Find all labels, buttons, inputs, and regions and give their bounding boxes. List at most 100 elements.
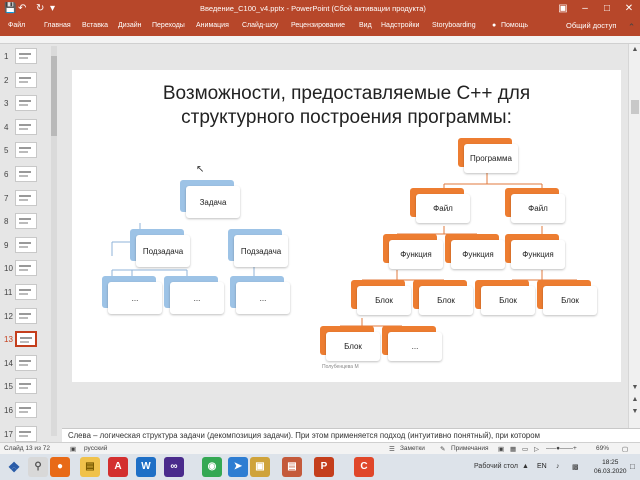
diagram-node-block[interactable]: Блок <box>413 280 473 315</box>
scroll-thumb[interactable] <box>631 100 639 114</box>
slide-thumbnail-preview[interactable] <box>15 425 37 442</box>
tab-file[interactable]: Файл <box>8 22 25 29</box>
tab-animation[interactable]: Анимация <box>196 22 229 29</box>
diagram-node-subtask[interactable]: Подзадача <box>228 229 288 267</box>
minimize-icon[interactable]: – <box>574 0 596 18</box>
normal-view-icon[interactable]: ▣ <box>498 445 504 453</box>
editor-scrollbar[interactable]: ▲ ▼ ▲ ▼ <box>628 44 640 428</box>
customize-toolbar-icon[interactable]: ▾ <box>50 2 55 16</box>
tab-insert[interactable]: Вставка <box>82 22 108 29</box>
undo-icon[interactable]: ↶ <box>18 2 26 16</box>
telegram-icon[interactable]: ➤ <box>228 457 248 477</box>
zoom-level[interactable]: 69% <box>596 445 609 452</box>
diagram-node-file[interactable]: Файл <box>505 188 565 223</box>
speaker-icon[interactable]: ▲ <box>522 463 529 470</box>
slide-thumbnail-preview[interactable] <box>15 260 37 277</box>
slide-canvas[interactable]: Возможности, предоставляемые С++ для стр… <box>72 70 621 382</box>
tab-transitions[interactable]: Переходы <box>152 22 185 29</box>
diagram-node-ellipsis[interactable]: ... <box>102 276 162 314</box>
notes-toggle[interactable]: Заметки <box>400 445 425 452</box>
slide-thumbnail-preview[interactable] <box>15 402 37 418</box>
slide-thumbnail-preview[interactable] <box>15 236 37 253</box>
language-indicator[interactable]: русский <box>84 445 107 452</box>
diagram-node-function[interactable]: Функция <box>445 234 505 269</box>
diagram-node-file[interactable]: Файл <box>410 188 470 223</box>
tab-review[interactable]: Рецензирование <box>291 22 345 29</box>
diagram-node-ellipsis[interactable]: ... <box>382 326 442 361</box>
zoom-slider[interactable]: –—●——+ <box>546 445 577 452</box>
language-switch[interactable]: EN <box>537 463 547 470</box>
comments-toggle[interactable]: Примечания <box>451 445 489 452</box>
notes-text[interactable]: Слева – логическая структура задачи (дек… <box>68 431 634 440</box>
restore-icon[interactable]: □ <box>596 0 618 18</box>
close-icon[interactable]: ✕ <box>618 0 640 18</box>
slide-thumbnail-preview[interactable] <box>15 95 37 112</box>
notes-pane[interactable]: Слева – логическая структура задачи (дек… <box>62 428 640 442</box>
ribbon-display-icon[interactable]: ▣ <box>552 0 574 18</box>
slide-thumbnail-preview[interactable] <box>15 354 37 371</box>
slide-thumbnail-preview[interactable] <box>15 378 37 395</box>
slide-thumbnail-preview[interactable] <box>15 166 37 182</box>
chrome-icon[interactable]: ◉ <box>202 457 222 477</box>
tab-design[interactable]: Дизайн <box>118 22 142 29</box>
prev-slide-icon[interactable]: ▲ <box>629 396 640 406</box>
scroll-up-icon[interactable]: ▲ <box>629 46 640 56</box>
thumbnail-scrollbar[interactable] <box>51 46 57 436</box>
diagram-node-task[interactable]: Задача <box>180 180 240 218</box>
chevron-up-icon[interactable]: ⌃ <box>625 22 638 34</box>
slide-thumbnail-preview[interactable] <box>15 118 37 135</box>
slide-thumbnail-preview[interactable] <box>15 213 37 230</box>
desktop-toolbar[interactable]: Рабочий стол <box>474 463 518 470</box>
tab-addins[interactable]: Надстройки <box>381 22 419 29</box>
redo-icon[interactable]: ↻ <box>36 2 44 16</box>
tab-storyboarding[interactable]: Storyboarding <box>432 22 476 29</box>
slide-thumbnail-preview[interactable] <box>15 331 37 348</box>
notifications-icon[interactable]: □ <box>630 462 635 471</box>
diagram-node-block[interactable]: Блок <box>475 280 535 315</box>
diagram-node-subtask[interactable]: Подзадача <box>130 229 190 267</box>
photos-icon[interactable]: ▣ <box>250 457 270 477</box>
scroll-down-icon[interactable]: ▼ <box>629 384 640 394</box>
comments-icon[interactable]: ✎ <box>440 445 445 453</box>
share-button[interactable]: Общий доступ <box>566 21 616 30</box>
diagram-node-function[interactable]: Функция <box>505 234 565 269</box>
diagram-node-block[interactable]: Блок <box>537 280 597 315</box>
slide-thumbnail-preview[interactable] <box>15 307 37 324</box>
diagram-node-function[interactable]: Функция <box>383 234 443 269</box>
visual-studio-icon[interactable]: ∞ <box>164 457 184 477</box>
help-search[interactable]: Помощь <box>501 22 528 29</box>
powerpoint-icon[interactable]: P <box>314 457 334 477</box>
screencast-icon[interactable]: C <box>354 457 374 477</box>
slide-thumbnail-preview[interactable] <box>15 189 37 206</box>
search-icon[interactable]: ⚲ <box>28 457 48 477</box>
diagram-node-ellipsis[interactable]: ... <box>230 276 290 314</box>
tab-slideshow[interactable]: Слайд-шоу <box>242 22 278 29</box>
slide-thumbnail-preview[interactable] <box>15 71 37 88</box>
file-explorer-icon[interactable]: ▤ <box>80 457 100 477</box>
slide-thumbnail-preview[interactable] <box>15 284 37 300</box>
diagram-node-block[interactable]: Блок <box>320 326 380 361</box>
slide-thumbnail-preview[interactable] <box>15 142 37 159</box>
firefox-icon[interactable]: ● <box>50 457 70 477</box>
tab-home[interactable]: Главная <box>44 22 71 29</box>
notes-toggle-icon[interactable]: ☰ <box>389 445 395 453</box>
diagram-node-block[interactable]: Блок <box>351 280 411 315</box>
spellcheck-icon[interactable]: ▣ <box>70 445 76 453</box>
sorter-view-icon[interactable]: ▦ <box>510 445 516 453</box>
fit-slide-icon[interactable]: ▢ <box>622 445 628 453</box>
acrobat-icon[interactable]: A <box>108 457 128 477</box>
clock[interactable]: 18:25 06.03.2020 <box>594 458 627 476</box>
save-icon[interactable]: 💾 <box>4 2 16 16</box>
network-icon[interactable]: ▩ <box>572 463 579 471</box>
next-slide-icon[interactable]: ▼ <box>629 408 640 418</box>
word-icon[interactable]: W <box>136 457 156 477</box>
tab-view[interactable]: Вид <box>359 22 372 29</box>
slideshow-view-icon[interactable]: ▷ <box>534 445 539 453</box>
explorer-folder-icon[interactable]: ▤ <box>282 457 302 477</box>
diagram-node-program[interactable]: Программа <box>458 138 518 173</box>
diagram-node-ellipsis[interactable]: ... <box>164 276 224 314</box>
reading-view-icon[interactable]: ▭ <box>522 445 528 453</box>
slide-thumbnail-preview[interactable] <box>15 48 37 64</box>
start-windows-icon[interactable]: ❖ <box>4 457 24 477</box>
volume-icon[interactable]: ♪ <box>556 463 560 470</box>
